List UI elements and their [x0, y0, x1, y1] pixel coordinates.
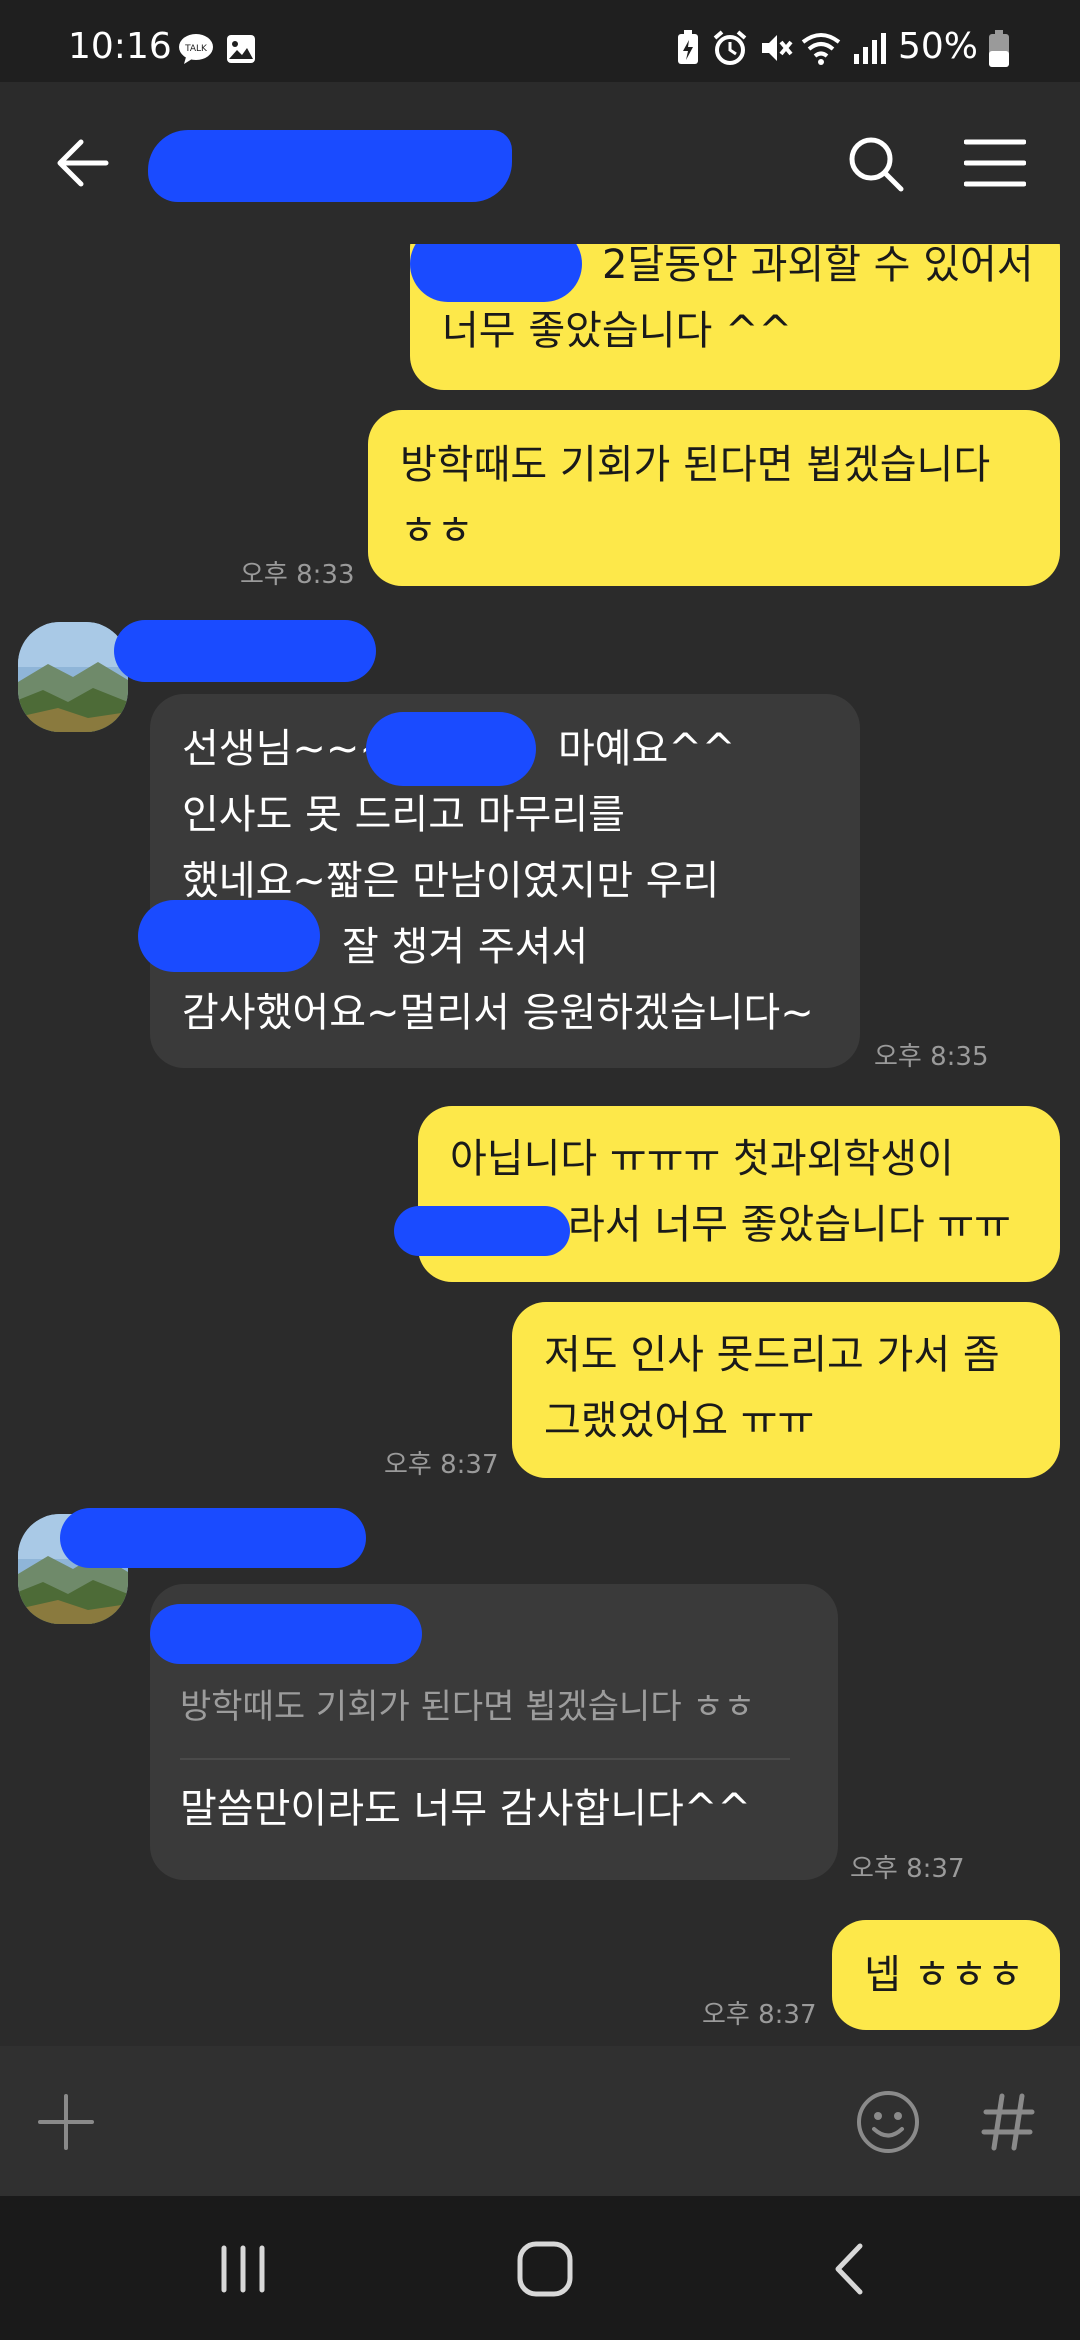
back-arrow-icon[interactable]: [54, 134, 112, 196]
status-bar: 10:16 TALK 50%: [0, 0, 1080, 82]
message-line: 넵 ㅎㅎㅎ: [864, 1952, 1024, 1998]
chat-title-redaction: [148, 130, 512, 202]
message-time: 오후 8:37: [384, 1450, 499, 1480]
message-time: 오후 8:37: [702, 2000, 817, 2030]
message-line: ㅎㅎ: [400, 508, 474, 554]
my-message-bubble[interactable]: 방학때도 기회가 된다면 뵙겠습니다 ㅎㅎ: [368, 410, 1060, 586]
search-icon[interactable]: [846, 134, 906, 198]
my-message-bubble[interactable]: 저도 인사 못드리고 가서 좀 그랬었어요 ㅠㅠ: [512, 1302, 1060, 1478]
emoji-icon[interactable]: [856, 2090, 920, 2158]
my-message-bubble[interactable]: 넵 ㅎㅎㅎ: [832, 1920, 1060, 2030]
message-line: 말씀만이라도 너무 감사합니다^^: [180, 1786, 751, 1832]
their-reply-bubble[interactable]: 방학때도 기회가 된다면 뵙겠습니다 ㅎㅎ 말씀만이라도 너무 감사합니다^^: [150, 1584, 838, 1880]
sender-name-redaction: [114, 620, 376, 682]
sender-name-redaction: [60, 1508, 366, 1568]
battery-percentage: 50%: [898, 26, 979, 67]
system-nav-bar: [0, 2196, 1080, 2340]
wifi-icon: [800, 30, 842, 70]
message-line: 너무 좋았습니다 ^^: [442, 308, 793, 354]
recents-icon[interactable]: [218, 2244, 268, 2298]
mute-icon: [758, 30, 794, 70]
hashtag-icon[interactable]: [980, 2090, 1036, 2158]
message-line: 감사했어요~멀리서 응원하겠습니다~: [182, 990, 814, 1036]
status-time: 10:16: [68, 26, 172, 67]
reply-separator: [180, 1758, 790, 1760]
battery-icon: [988, 30, 1010, 72]
message-line: 그랬었어요 ㅠㅠ: [544, 1398, 815, 1444]
reply-quoted-text: 방학때도 기회가 된다면 뵙겠습니다 ㅎㅎ: [180, 1687, 755, 1727]
message-line: 아닙니다 ㅠㅠㅠ 첫과외학생이: [450, 1136, 954, 1182]
name-redaction: [366, 712, 536, 786]
home-icon[interactable]: [516, 2240, 574, 2302]
talk-icon: TALK: [178, 33, 214, 69]
gallery-icon: [226, 34, 256, 68]
message-time: 오후 8:35: [874, 1042, 989, 1072]
battery-saver-icon: [676, 30, 700, 70]
chat-header: [0, 82, 1080, 244]
message-time: 오후 8:37: [850, 1854, 965, 1884]
message-time: 오후 8:33: [240, 560, 355, 590]
message-line: 저도 인사 못드리고 가서 좀: [544, 1332, 1000, 1378]
name-redaction: [138, 900, 320, 972]
talk-badge-text: TALK: [184, 44, 208, 54]
message-line: 인사도 못 드리고 마무리를: [182, 792, 625, 838]
alarm-icon: [712, 30, 748, 70]
plus-icon[interactable]: [36, 2092, 96, 2156]
name-redaction: [394, 1206, 570, 1256]
name-redaction: [410, 244, 582, 302]
message-input-bar: [0, 2046, 1080, 2196]
message-line: 방학때도 기회가 된다면 뵙겠습니다: [400, 442, 991, 488]
signal-icon: [852, 30, 888, 70]
quoted-name-redaction: [150, 1604, 422, 1664]
profile-avatar[interactable]: [18, 622, 128, 732]
menu-icon[interactable]: [963, 138, 1027, 192]
nav-back-icon[interactable]: [828, 2240, 868, 2302]
chat-area[interactable]: 2달동안 과외할 수 있어서 너무 좋았습니다 ^^ 방학때도 기회가 된다면 …: [0, 244, 1080, 2046]
